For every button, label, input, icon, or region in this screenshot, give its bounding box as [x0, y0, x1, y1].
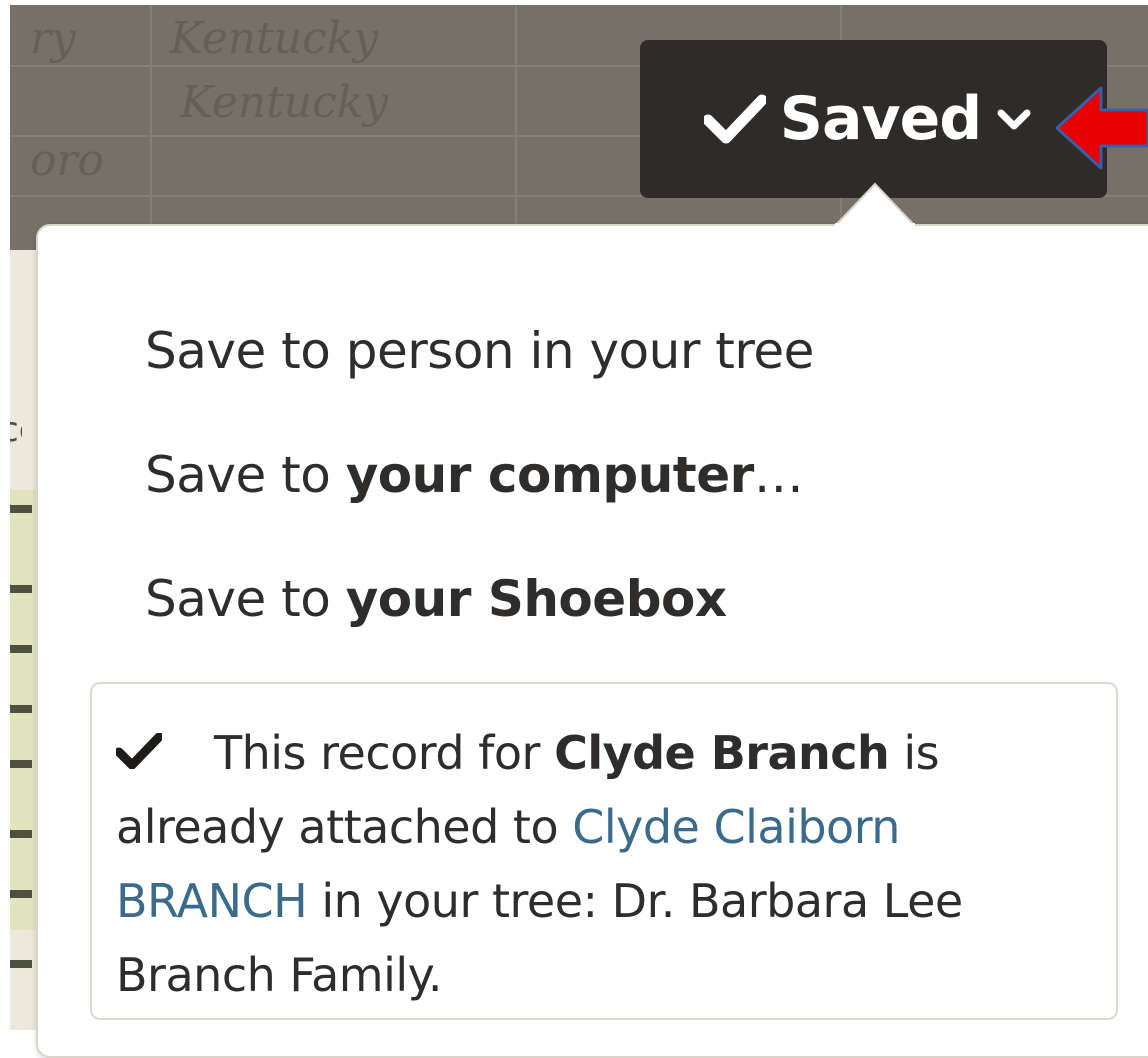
checkmark-icon: [116, 733, 162, 769]
record-name: Clyde Branch: [554, 726, 890, 780]
notice-text-before: This record for: [214, 726, 555, 780]
chevron-down-icon: [997, 109, 1031, 130]
saved-label: Saved: [779, 84, 982, 154]
menu-item-prefix: Save to person in your tree: [145, 322, 814, 380]
menu-item-bold: your computer: [345, 446, 755, 504]
menu-item-bold: your Shoebox: [345, 570, 727, 628]
save-to-person-menu-item[interactable]: Save to person in your tree: [145, 322, 814, 380]
saved-dropdown-button[interactable]: Saved: [640, 40, 1107, 198]
save-to-shoebox-menu-item[interactable]: Save to your Shoebox: [145, 570, 727, 628]
popover-caret: [835, 182, 915, 226]
menu-item-suffix: …: [753, 446, 804, 504]
checkmark-icon: [703, 94, 766, 144]
red-callout-arrow: [1055, 86, 1148, 170]
save-to-computer-menu-item[interactable]: Save to your computer…: [145, 446, 804, 504]
attached-record-notice-text: This record for Clyde Branch is already …: [116, 716, 996, 1012]
page-edge: [0, 0, 10, 1030]
menu-item-prefix: Save to: [145, 446, 346, 504]
menu-item-prefix: Save to: [145, 570, 346, 628]
